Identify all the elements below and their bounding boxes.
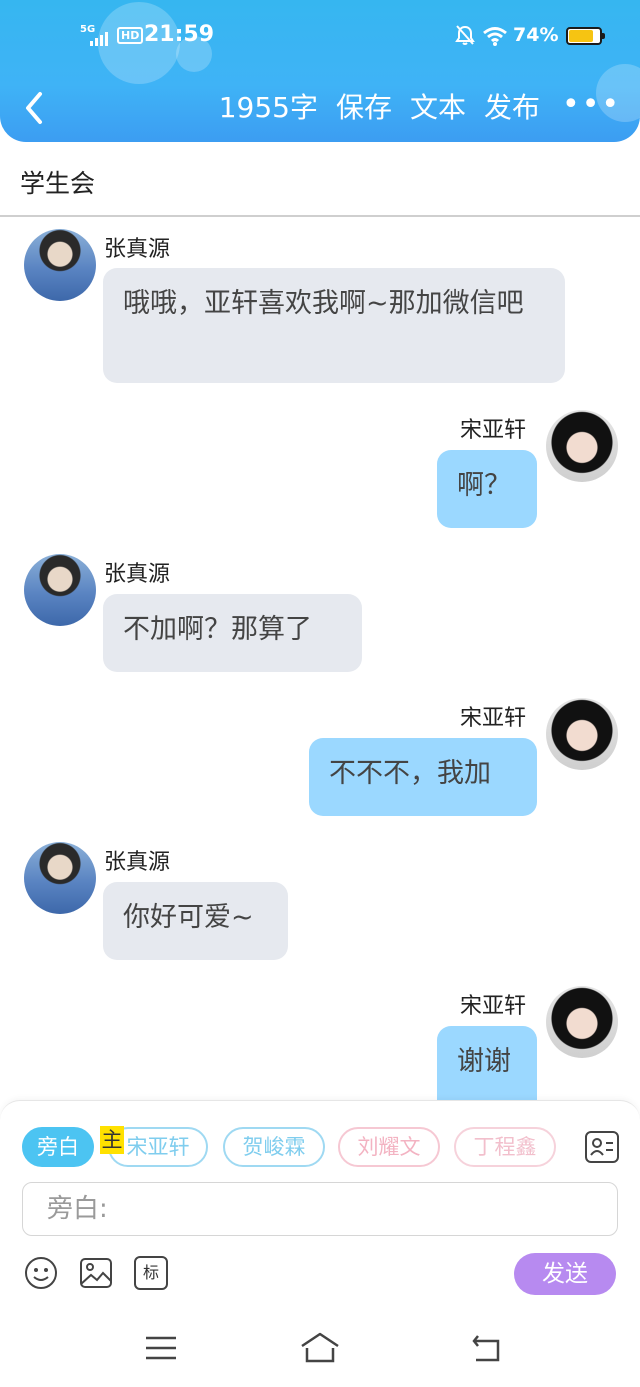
message-bubble[interactable]: 不不不，我加 xyxy=(309,738,537,816)
app-header: 5G HD 21:59 74% 1955字 保存 文本 发布 ••• xyxy=(0,0,640,142)
role-chip-ding-chengxin[interactable]: 丁程鑫 xyxy=(454,1127,556,1167)
speaker-name: 宋亚轩 xyxy=(460,418,527,443)
speaker-name: 宋亚轩 xyxy=(460,706,527,731)
message-bubble[interactable]: 你好可爱~ xyxy=(103,882,288,960)
back-arrow-icon[interactable] xyxy=(20,88,50,128)
signal-icon xyxy=(90,30,112,46)
role-chip-liu-yaowen[interactable]: 刘耀文 xyxy=(338,1127,440,1167)
role-chip-he-junlin[interactable]: 贺峻霖 xyxy=(223,1127,325,1167)
back-nav-icon[interactable] xyxy=(468,1330,508,1366)
battery-icon xyxy=(566,27,605,45)
header-actions: 1955字 保存 文本 发布 xyxy=(219,88,540,128)
send-button[interactable]: 发送 xyxy=(514,1253,616,1295)
emoji-icon[interactable] xyxy=(24,1256,58,1290)
contact-card-icon[interactable] xyxy=(585,1131,619,1163)
avatar[interactable] xyxy=(24,554,96,626)
page-title[interactable]: 学生会 xyxy=(20,164,95,200)
main-role-tag: 主 xyxy=(100,1126,124,1154)
hd-badge: HD xyxy=(117,27,144,44)
message-bubble[interactable]: 啊？ xyxy=(437,450,537,528)
message-input[interactable] xyxy=(47,1191,587,1227)
speaker-name: 张真源 xyxy=(104,850,171,875)
status-bar: 5G HD 21:59 74% xyxy=(0,20,640,54)
word-count: 1955字 xyxy=(218,91,318,124)
avatar[interactable] xyxy=(546,410,618,482)
avatar[interactable] xyxy=(546,986,618,1058)
speaker-name: 张真源 xyxy=(104,237,171,262)
conversation-title-bar: 学生会 xyxy=(0,142,640,217)
image-icon[interactable] xyxy=(79,1256,113,1290)
battery-percent: 74% xyxy=(513,24,559,46)
publish-button[interactable]: 发布 xyxy=(484,88,540,128)
speaker-name: 张真源 xyxy=(104,562,171,587)
bell-muted-icon xyxy=(455,25,475,45)
wifi-icon xyxy=(483,27,507,46)
more-options-icon[interactable]: ••• xyxy=(562,90,619,120)
clock-time: 21:59 xyxy=(144,22,215,47)
avatar[interactable] xyxy=(24,229,96,301)
role-chip-narrator[interactable]: 旁白 xyxy=(22,1127,94,1167)
message-input-wrapper xyxy=(22,1182,618,1236)
home-icon[interactable] xyxy=(298,1330,342,1366)
message-bubble[interactable]: 不加啊？那算了 xyxy=(103,594,362,672)
speaker-name: 宋亚轩 xyxy=(460,994,527,1019)
message-bubble[interactable]: 谢谢 xyxy=(437,1026,537,1100)
menu-icon[interactable] xyxy=(141,1330,181,1366)
message-bubble[interactable]: 哦哦，亚轩喜欢我啊~那加微信吧 xyxy=(103,268,565,383)
avatar[interactable] xyxy=(24,842,96,914)
tag-button[interactable]: 标 xyxy=(134,1256,168,1290)
avatar[interactable] xyxy=(546,698,618,770)
save-button[interactable]: 保存 xyxy=(336,88,392,128)
text-button[interactable]: 文本 xyxy=(410,88,466,128)
